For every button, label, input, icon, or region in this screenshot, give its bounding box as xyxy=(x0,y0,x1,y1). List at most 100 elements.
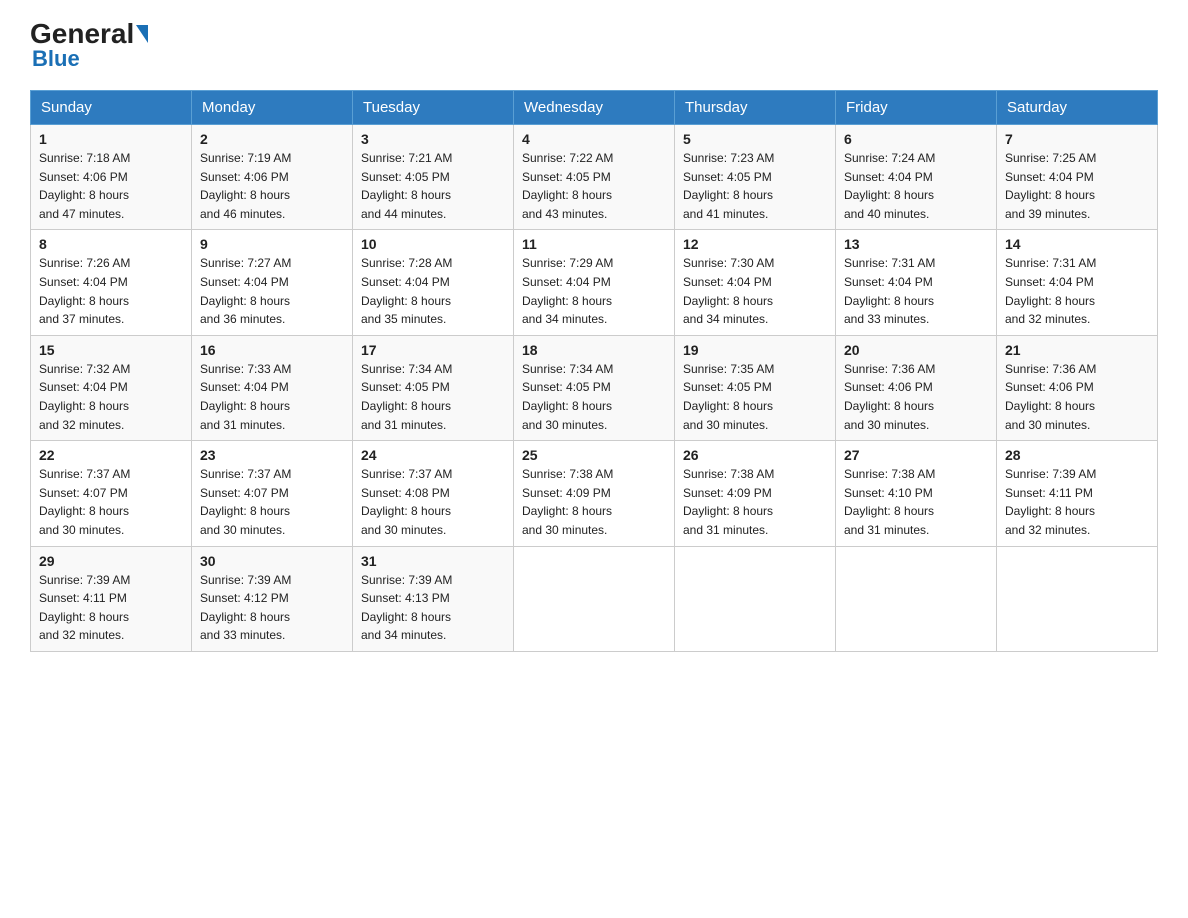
day-cell: 25 Sunrise: 7:38 AMSunset: 4:09 PMDayligh… xyxy=(514,441,675,546)
day-cell: 20 Sunrise: 7:36 AMSunset: 4:06 PMDayligh… xyxy=(836,335,997,440)
header-saturday: Saturday xyxy=(997,91,1158,125)
day-info: Sunrise: 7:38 AMSunset: 4:09 PMDaylight:… xyxy=(522,465,666,539)
day-info: Sunrise: 7:35 AMSunset: 4:05 PMDaylight:… xyxy=(683,360,827,434)
day-cell: 17 Sunrise: 7:34 AMSunset: 4:05 PMDayligh… xyxy=(353,335,514,440)
day-number: 13 xyxy=(844,236,988,252)
day-cell: 28 Sunrise: 7:39 AMSunset: 4:11 PMDayligh… xyxy=(997,441,1158,546)
day-number: 31 xyxy=(361,553,505,569)
day-cell: 21 Sunrise: 7:36 AMSunset: 4:06 PMDayligh… xyxy=(997,335,1158,440)
day-number: 10 xyxy=(361,236,505,252)
day-number: 19 xyxy=(683,342,827,358)
day-number: 15 xyxy=(39,342,183,358)
day-info: Sunrise: 7:37 AMSunset: 4:07 PMDaylight:… xyxy=(39,465,183,539)
day-number: 27 xyxy=(844,447,988,463)
day-cell: 14Sunrise: 7:31 AMSunset: 4:04 PMDayligh… xyxy=(997,230,1158,335)
day-number: 16 xyxy=(200,342,344,358)
day-info: Sunrise: 7:39 AMSunset: 4:12 PMDaylight:… xyxy=(200,571,344,645)
day-cell xyxy=(836,546,997,651)
day-cell: 11Sunrise: 7:29 AMSunset: 4:04 PMDayligh… xyxy=(514,230,675,335)
day-cell xyxy=(997,546,1158,651)
day-number: 28 xyxy=(1005,447,1149,463)
day-info: Sunrise: 7:21 AMSunset: 4:05 PMDaylight:… xyxy=(361,149,505,223)
day-cell: 2 Sunrise: 7:19 AMSunset: 4:06 PMDaylight… xyxy=(192,125,353,230)
header-sunday: Sunday xyxy=(31,91,192,125)
day-cell: 22 Sunrise: 7:37 AMSunset: 4:07 PMDayligh… xyxy=(31,441,192,546)
page-header: General Blue xyxy=(30,20,1158,72)
day-info: Sunrise: 7:37 AMSunset: 4:08 PMDaylight:… xyxy=(361,465,505,539)
day-cell: 27 Sunrise: 7:38 AMSunset: 4:10 PMDayligh… xyxy=(836,441,997,546)
day-info: Sunrise: 7:34 AMSunset: 4:05 PMDaylight:… xyxy=(522,360,666,434)
day-cell: 8 Sunrise: 7:26 AMSunset: 4:04 PMDaylight… xyxy=(31,230,192,335)
week-row-3: 15Sunrise: 7:32 AMSunset: 4:04 PMDayligh… xyxy=(31,335,1158,440)
day-cell xyxy=(514,546,675,651)
week-row-4: 22 Sunrise: 7:37 AMSunset: 4:07 PMDayligh… xyxy=(31,441,1158,546)
day-info: Sunrise: 7:37 AMSunset: 4:07 PMDaylight:… xyxy=(200,465,344,539)
header-tuesday: Tuesday xyxy=(353,91,514,125)
day-cell: 9 Sunrise: 7:27 AMSunset: 4:04 PMDaylight… xyxy=(192,230,353,335)
day-cell: 10 Sunrise: 7:28 AMSunset: 4:04 PMDayligh… xyxy=(353,230,514,335)
day-info: Sunrise: 7:31 AMSunset: 4:04 PMDaylight:… xyxy=(844,254,988,328)
day-cell: 26Sunrise: 7:38 AMSunset: 4:09 PMDayligh… xyxy=(675,441,836,546)
day-cell: 1 Sunrise: 7:18 AMSunset: 4:06 PMDaylight… xyxy=(31,125,192,230)
day-info: Sunrise: 7:34 AMSunset: 4:05 PMDaylight:… xyxy=(361,360,505,434)
day-info: Sunrise: 7:28 AMSunset: 4:04 PMDaylight:… xyxy=(361,254,505,328)
day-number: 18 xyxy=(522,342,666,358)
day-cell: 6Sunrise: 7:24 AMSunset: 4:04 PMDaylight… xyxy=(836,125,997,230)
day-number: 9 xyxy=(200,236,344,252)
day-cell: 12 Sunrise: 7:30 AMSunset: 4:04 PMDayligh… xyxy=(675,230,836,335)
day-info: Sunrise: 7:27 AMSunset: 4:04 PMDaylight:… xyxy=(200,254,344,328)
logo: General Blue xyxy=(30,20,150,72)
day-number: 1 xyxy=(39,131,183,147)
week-row-1: 1 Sunrise: 7:18 AMSunset: 4:06 PMDaylight… xyxy=(31,125,1158,230)
day-number: 8 xyxy=(39,236,183,252)
day-number: 5 xyxy=(683,131,827,147)
day-info: Sunrise: 7:39 AMSunset: 4:11 PMDaylight:… xyxy=(39,571,183,645)
day-cell xyxy=(675,546,836,651)
day-number: 7 xyxy=(1005,131,1149,147)
day-info: Sunrise: 7:23 AMSunset: 4:05 PMDaylight:… xyxy=(683,149,827,223)
day-number: 17 xyxy=(361,342,505,358)
day-info: Sunrise: 7:29 AMSunset: 4:04 PMDaylight:… xyxy=(522,254,666,328)
day-info: Sunrise: 7:26 AMSunset: 4:04 PMDaylight:… xyxy=(39,254,183,328)
day-cell: 13 Sunrise: 7:31 AMSunset: 4:04 PMDayligh… xyxy=(836,230,997,335)
day-cell: 18 Sunrise: 7:34 AMSunset: 4:05 PMDayligh… xyxy=(514,335,675,440)
day-cell: 5 Sunrise: 7:23 AMSunset: 4:05 PMDaylight… xyxy=(675,125,836,230)
day-info: Sunrise: 7:38 AMSunset: 4:10 PMDaylight:… xyxy=(844,465,988,539)
header-thursday: Thursday xyxy=(675,91,836,125)
day-info: Sunrise: 7:24 AMSunset: 4:04 PMDaylight:… xyxy=(844,149,988,223)
day-cell: 16 Sunrise: 7:33 AMSunset: 4:04 PMDayligh… xyxy=(192,335,353,440)
day-number: 26 xyxy=(683,447,827,463)
header-wednesday: Wednesday xyxy=(514,91,675,125)
day-cell: 15Sunrise: 7:32 AMSunset: 4:04 PMDayligh… xyxy=(31,335,192,440)
day-info: Sunrise: 7:36 AMSunset: 4:06 PMDaylight:… xyxy=(844,360,988,434)
day-number: 2 xyxy=(200,131,344,147)
day-number: 29 xyxy=(39,553,183,569)
day-info: Sunrise: 7:39 AMSunset: 4:11 PMDaylight:… xyxy=(1005,465,1149,539)
logo-blue-text: Blue xyxy=(32,46,80,72)
logo-triangle-icon xyxy=(136,25,148,43)
day-cell: 30Sunrise: 7:39 AMSunset: 4:12 PMDayligh… xyxy=(192,546,353,651)
day-info: Sunrise: 7:22 AMSunset: 4:05 PMDaylight:… xyxy=(522,149,666,223)
week-row-2: 8 Sunrise: 7:26 AMSunset: 4:04 PMDaylight… xyxy=(31,230,1158,335)
logo-general: General xyxy=(30,20,134,48)
day-cell: 24 Sunrise: 7:37 AMSunset: 4:08 PMDayligh… xyxy=(353,441,514,546)
calendar-table: SundayMondayTuesdayWednesdayThursdayFrid… xyxy=(30,90,1158,652)
day-number: 24 xyxy=(361,447,505,463)
day-number: 25 xyxy=(522,447,666,463)
day-info: Sunrise: 7:33 AMSunset: 4:04 PMDaylight:… xyxy=(200,360,344,434)
day-info: Sunrise: 7:19 AMSunset: 4:06 PMDaylight:… xyxy=(200,149,344,223)
day-info: Sunrise: 7:30 AMSunset: 4:04 PMDaylight:… xyxy=(683,254,827,328)
day-info: Sunrise: 7:18 AMSunset: 4:06 PMDaylight:… xyxy=(39,149,183,223)
day-number: 12 xyxy=(683,236,827,252)
day-cell: 3Sunrise: 7:21 AMSunset: 4:05 PMDaylight… xyxy=(353,125,514,230)
header-monday: Monday xyxy=(192,91,353,125)
day-number: 22 xyxy=(39,447,183,463)
day-number: 4 xyxy=(522,131,666,147)
day-cell: 4 Sunrise: 7:22 AMSunset: 4:05 PMDaylight… xyxy=(514,125,675,230)
day-number: 23 xyxy=(200,447,344,463)
calendar-header-row: SundayMondayTuesdayWednesdayThursdayFrid… xyxy=(31,91,1158,125)
day-info: Sunrise: 7:36 AMSunset: 4:06 PMDaylight:… xyxy=(1005,360,1149,434)
day-number: 20 xyxy=(844,342,988,358)
day-number: 21 xyxy=(1005,342,1149,358)
day-info: Sunrise: 7:39 AMSunset: 4:13 PMDaylight:… xyxy=(361,571,505,645)
